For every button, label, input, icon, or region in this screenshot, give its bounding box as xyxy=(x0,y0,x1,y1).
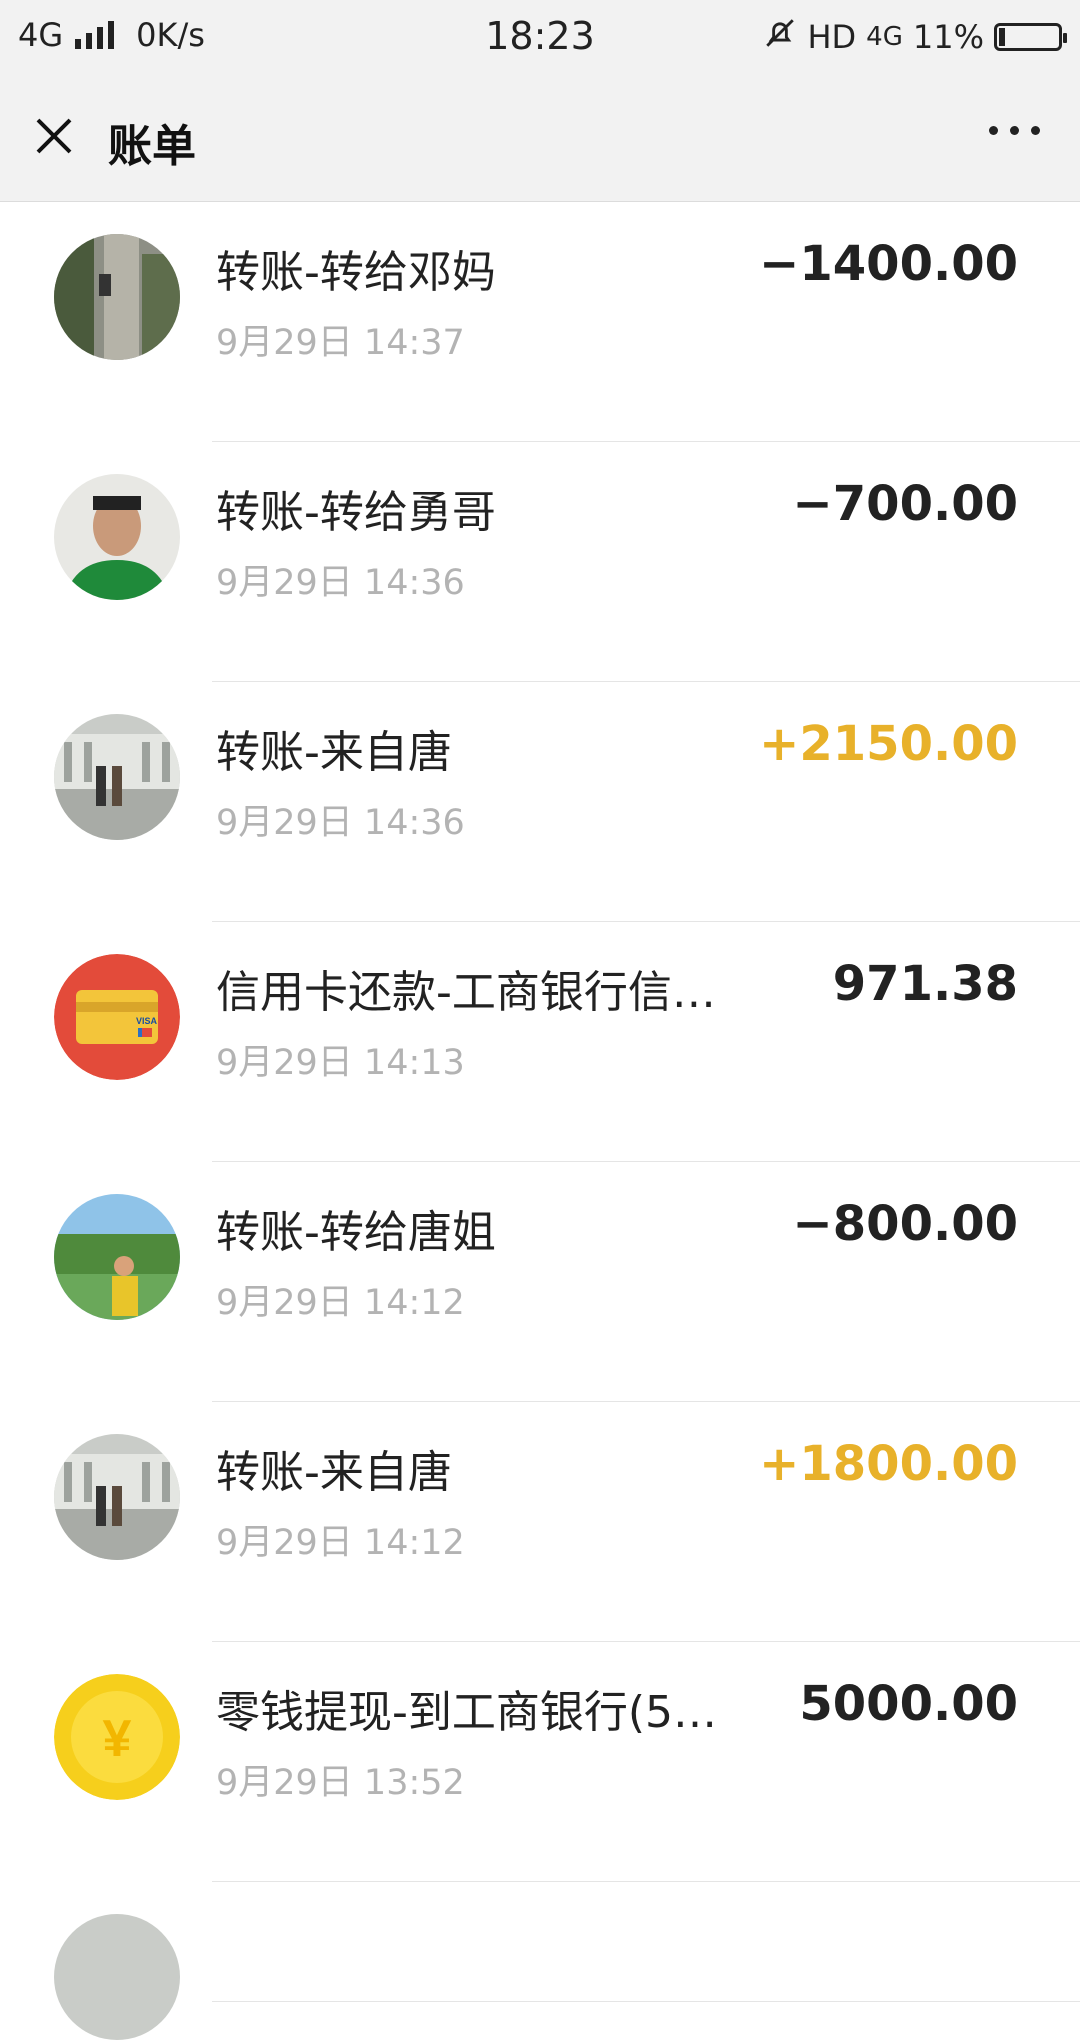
transaction-title: 转账-转给勇哥 xyxy=(216,487,496,538)
list-item[interactable]: 转账-转给邓妈 9月29日 14:37 −1400.00 xyxy=(0,202,1080,442)
transaction-time: 9月29日 13:52 xyxy=(216,1763,465,1803)
avatar xyxy=(54,714,180,840)
list-item[interactable] xyxy=(0,1882,1080,2040)
network-type-right: 4G xyxy=(866,22,903,52)
transaction-title: 信用卡还款-工商银行信… xyxy=(216,967,716,1018)
mute-bell-icon xyxy=(763,16,797,58)
status-right: HD 4G 11% xyxy=(763,16,1067,58)
transaction-title: 转账-转给唐姐 xyxy=(216,1207,496,1258)
transaction-amount: +2150.00 xyxy=(759,716,1018,772)
battery-icon xyxy=(994,23,1067,51)
avatar xyxy=(54,474,180,600)
transaction-amount: 5000.00 xyxy=(799,1676,1018,1732)
svg-text:¥: ¥ xyxy=(103,1710,132,1768)
list-item[interactable]: 转账-转给勇哥 9月29日 14:36 −700.00 xyxy=(0,442,1080,682)
avatar xyxy=(54,234,180,360)
transaction-title: 转账-来自唐 xyxy=(216,1447,452,1498)
list-item[interactable]: ¥ 零钱提现-到工商银行(5… 9月29日 13:52 5000.00 xyxy=(0,1642,1080,1882)
transaction-time: 9月29日 14:36 xyxy=(216,803,465,843)
more-icon[interactable] xyxy=(989,126,1040,135)
transaction-title: 转账-转给邓妈 xyxy=(216,247,496,298)
transaction-time: 9月29日 14:12 xyxy=(216,1283,465,1323)
nav-bar: 账单 xyxy=(0,76,1080,202)
battery-level xyxy=(999,28,1005,46)
transaction-time: 9月29日 14:13 xyxy=(216,1043,465,1083)
list-item[interactable]: VISA 信用卡还款-工商银行信… 9月29日 14:13 971.38 xyxy=(0,922,1080,1162)
close-icon[interactable] xyxy=(30,112,78,160)
list-item[interactable]: 转账-转给唐姐 9月29日 14:12 −800.00 xyxy=(0,1162,1080,1402)
transaction-amount: −700.00 xyxy=(792,476,1018,532)
transaction-amount: −1400.00 xyxy=(759,236,1018,292)
transaction-amount: −800.00 xyxy=(792,1196,1018,1252)
transaction-time: 9月29日 14:36 xyxy=(216,563,465,603)
transaction-time: 9月29日 14:37 xyxy=(216,323,465,363)
avatar xyxy=(54,1434,180,1560)
avatar xyxy=(54,1914,180,2040)
svg-text:VISA: VISA xyxy=(136,1016,158,1026)
yuan-coin-icon: ¥ xyxy=(54,1674,180,1800)
transaction-amount: 971.38 xyxy=(832,956,1018,1012)
credit-card-icon: VISA xyxy=(54,954,180,1080)
status-bar: 4G 0K/s 18:23 HD 4G 11% xyxy=(0,0,1080,76)
battery-percent: 11% xyxy=(912,18,984,56)
avatar xyxy=(54,1194,180,1320)
transaction-amount: +1800.00 xyxy=(759,1436,1018,1492)
transaction-list: 转账-转给邓妈 9月29日 14:37 −1400.00 转账-转给勇哥 9月2… xyxy=(0,202,1080,2040)
transaction-time: 9月29日 14:12 xyxy=(216,1523,465,1563)
transaction-title: 零钱提现-到工商银行(5… xyxy=(216,1687,718,1738)
list-item[interactable]: 转账-来自唐 9月29日 14:12 +1800.00 xyxy=(0,1402,1080,1642)
hd-label: HD xyxy=(807,18,857,56)
list-item[interactable]: 转账-来自唐 9月29日 14:36 +2150.00 xyxy=(0,682,1080,922)
page-title: 账单 xyxy=(108,121,196,172)
transaction-title: 转账-来自唐 xyxy=(216,727,452,778)
